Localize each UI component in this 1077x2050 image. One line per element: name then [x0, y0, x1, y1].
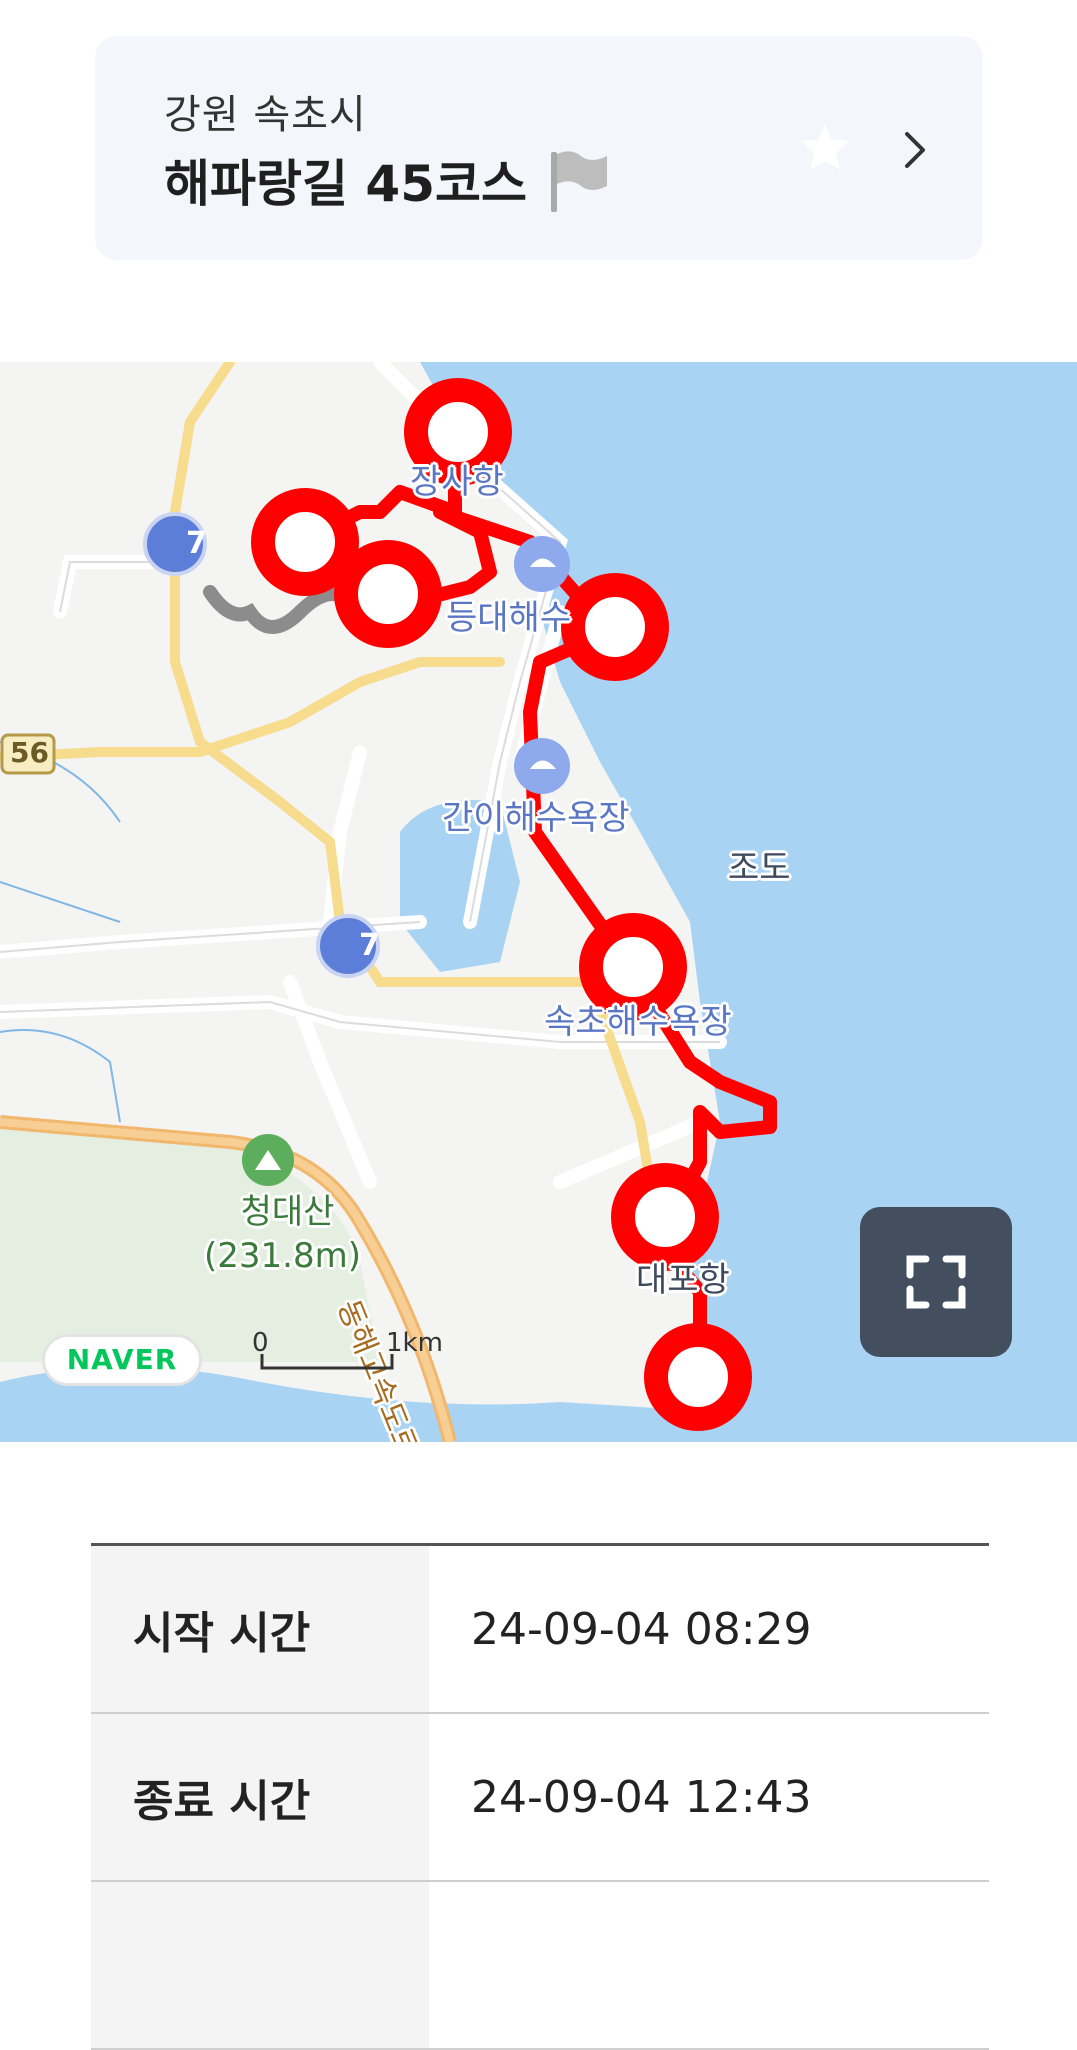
record-table: 시작 시간 24-09-04 08:29 종료 시간 24-09-04 12:4…: [91, 1543, 989, 2050]
map-label-port-north: 장사항: [410, 462, 504, 502]
mountain-name: 청대산: [240, 1192, 335, 1232]
route-marker: [611, 1163, 719, 1271]
record-value: 24-09-04 12:43: [429, 1713, 989, 1882]
map-label-mountain: 청대산 (231.8m): [204, 1190, 361, 1278]
route-marker: [334, 540, 442, 648]
record-value-empty: [429, 1881, 989, 2050]
record-label-empty: [91, 1881, 429, 2050]
flag-icon: [551, 151, 607, 212]
route-56-shield-label: 56: [10, 736, 49, 769]
record-label: 시작 시간: [91, 1544, 429, 1714]
table-row: [91, 1881, 989, 2050]
route-7-shield-label: 7: [359, 928, 380, 963]
course-card[interactable]: 강원 속초시 해파랑길 45코스: [95, 36, 983, 260]
route-map[interactable]: 7 7 56 장사항 등대해수 간이해수욕장 조도 속초해수욕장 청대산 (23…: [0, 362, 1077, 1442]
course-name: 해파랑길 45코스: [164, 155, 527, 213]
map-label-island: 조도: [728, 848, 791, 888]
table-row: 시작 시간 24-09-04 08:29: [91, 1544, 989, 1714]
route-marker: [251, 488, 359, 596]
route-7-shield-label: 7: [186, 526, 207, 561]
star-icon[interactable]: [795, 118, 855, 178]
scale-line: [260, 1354, 394, 1370]
route-marker: [561, 573, 669, 681]
chevron-right-icon[interactable]: [895, 126, 935, 174]
course-name-row: 해파랑길 45코스: [164, 144, 613, 216]
map-label-port-south: 대포항: [636, 1260, 730, 1300]
map-scale: 0 1km: [252, 1328, 452, 1374]
record-label: 종료 시간: [91, 1713, 429, 1882]
naver-logo: NAVER: [42, 1334, 202, 1386]
route-marker: [644, 1323, 752, 1431]
fullscreen-button[interactable]: [860, 1207, 1012, 1357]
map-label-beach: 등대해수: [446, 598, 572, 638]
map-label-beach: 속초해수욕장: [544, 1002, 732, 1042]
expand-icon: [906, 1255, 966, 1309]
course-region: 강원 속초시: [164, 92, 367, 138]
record-value: 24-09-04 08:29: [429, 1544, 989, 1714]
table-row: 종료 시간 24-09-04 12:43: [91, 1713, 989, 1882]
mountain-height: (231.8m): [204, 1236, 361, 1276]
map-label-beach: 간이해수욕장: [442, 798, 630, 838]
